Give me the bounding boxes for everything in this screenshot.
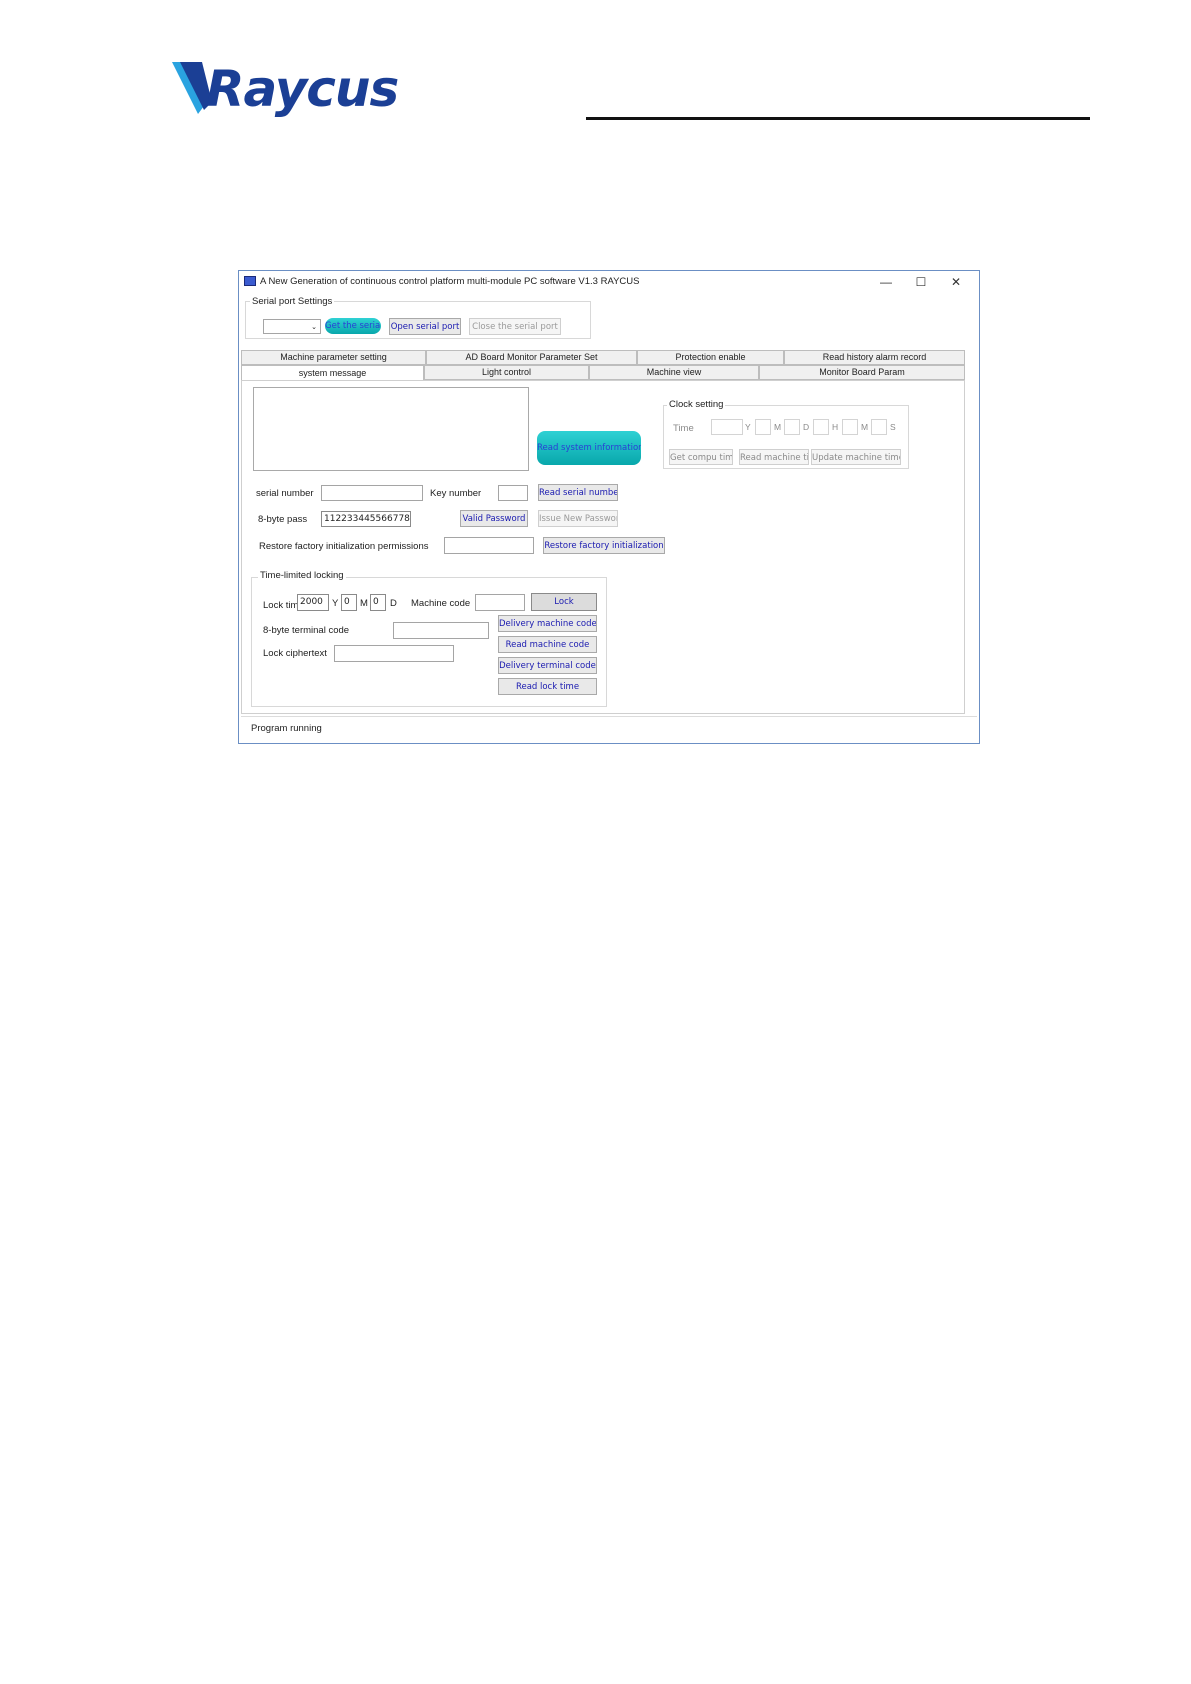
serial-port-select[interactable]: ⌄ bbox=[263, 319, 321, 334]
delivery-terminal-code-button[interactable]: Delivery terminal code bbox=[498, 657, 597, 674]
clock-second-unit: S bbox=[890, 422, 896, 432]
tab-protection-enable[interactable]: Protection enable bbox=[637, 350, 784, 365]
tab-monitor-board-param[interactable]: Monitor Board Param bbox=[759, 365, 965, 380]
status-text: Program running bbox=[251, 723, 322, 734]
get-computer-time-button[interactable]: Get compu time bbox=[669, 449, 733, 465]
read-system-information-button[interactable]: Read system information bbox=[537, 431, 641, 465]
clock-minute-field[interactable] bbox=[842, 419, 858, 435]
lock-month-unit: M bbox=[360, 598, 368, 609]
lock-ciphertext-label: Lock ciphertext bbox=[263, 648, 327, 659]
restore-factory-button[interactable]: Restore factory initialization bbox=[543, 537, 665, 554]
tab-machine-parameter-setting[interactable]: Machine parameter setting bbox=[241, 350, 426, 365]
issue-new-password-button[interactable]: Issue New Password bbox=[538, 510, 618, 527]
restore-permissions-field[interactable] bbox=[444, 537, 534, 554]
clock-hour-field[interactable] bbox=[813, 419, 829, 435]
lock-year-unit: Y bbox=[332, 598, 339, 609]
lock-day-unit: D bbox=[390, 598, 397, 609]
lock-ciphertext-field[interactable] bbox=[334, 645, 454, 662]
restore-permissions-label: Restore factory initialization permissio… bbox=[259, 541, 429, 552]
key-number-field[interactable] bbox=[498, 485, 528, 501]
window-title: A New Generation of continuous control p… bbox=[260, 276, 640, 287]
lock-button[interactable]: Lock bbox=[531, 593, 597, 611]
delivery-machine-code-button[interactable]: Delivery machine code bbox=[498, 615, 597, 632]
key-number-label: Key number bbox=[430, 488, 482, 499]
tab-ad-board-monitor[interactable]: AD Board Monitor Parameter Set bbox=[426, 350, 637, 365]
update-machine-time-button[interactable]: Update machine time bbox=[811, 449, 901, 465]
close-serial-port-button[interactable]: Close the serial port bbox=[469, 318, 561, 335]
lock-time-label: Lock tim bbox=[263, 600, 299, 611]
minimize-button[interactable]: — bbox=[871, 273, 901, 291]
clock-time-label: Time bbox=[673, 423, 694, 434]
clock-hour-unit: H bbox=[832, 422, 839, 432]
get-serial-button[interactable]: Get the serial bbox=[325, 318, 381, 334]
time-limited-locking-title: Time-limited locking bbox=[258, 570, 346, 581]
clock-month-field[interactable] bbox=[755, 419, 771, 435]
lock-year-field[interactable]: 2000 bbox=[297, 594, 329, 611]
raycus-logo: Raycus bbox=[172, 58, 399, 120]
open-serial-port-button[interactable]: Open serial port bbox=[389, 318, 461, 335]
app-icon bbox=[244, 276, 256, 286]
tab-read-history-alarm[interactable]: Read history alarm record bbox=[784, 350, 965, 365]
read-lock-time-button[interactable]: Read lock time bbox=[498, 678, 597, 695]
read-machine-time-button[interactable]: Read machine tim bbox=[739, 449, 809, 465]
serial-number-label: serial number bbox=[256, 488, 314, 499]
serial-number-field[interactable] bbox=[321, 485, 423, 501]
chevron-down-icon: ⌄ bbox=[311, 323, 317, 331]
lock-day-field[interactable]: 0 bbox=[370, 594, 386, 611]
tab-light-control[interactable]: Light control bbox=[424, 365, 589, 380]
close-window-button[interactable]: ✕ bbox=[941, 273, 971, 291]
raycus-logo-text: Raycus bbox=[206, 60, 399, 118]
terminal-code-label: 8-byte terminal code bbox=[263, 625, 350, 636]
read-machine-code-button[interactable]: Read machine code bbox=[498, 636, 597, 653]
tab-machine-view[interactable]: Machine view bbox=[589, 365, 759, 380]
header-rule bbox=[586, 117, 1090, 120]
lock-month-field[interactable]: 0 bbox=[341, 594, 357, 611]
clock-year-unit: Y bbox=[745, 422, 751, 432]
maximize-button[interactable]: ☐ bbox=[906, 273, 936, 291]
password-label: 8-byte pass bbox=[258, 514, 308, 525]
machine-code-field[interactable] bbox=[475, 594, 525, 611]
password-field[interactable]: 1122334455667788 bbox=[321, 511, 411, 527]
title-bar: A New Generation of continuous control p… bbox=[239, 271, 979, 293]
terminal-code-field[interactable] bbox=[393, 622, 489, 639]
status-bar-divider bbox=[241, 716, 977, 717]
valid-password-button[interactable]: Valid Password bbox=[460, 510, 528, 527]
clock-minute-unit: M bbox=[861, 422, 869, 432]
serial-port-group-title: Serial port Settings bbox=[250, 296, 335, 307]
tab-system-message[interactable]: system message bbox=[241, 365, 424, 381]
read-serial-number-button[interactable]: Read serial number bbox=[538, 484, 618, 501]
machine-code-label: Machine code bbox=[411, 598, 471, 609]
clock-month-unit: M bbox=[774, 422, 782, 432]
clock-setting-group-title: Clock setting bbox=[667, 399, 726, 410]
clock-day-field[interactable] bbox=[784, 419, 800, 435]
clock-second-field[interactable] bbox=[871, 419, 887, 435]
clock-day-unit: D bbox=[803, 422, 810, 432]
system-info-textbox[interactable] bbox=[253, 387, 529, 471]
clock-year-field[interactable] bbox=[711, 419, 743, 435]
app-window: A New Generation of continuous control p… bbox=[238, 270, 980, 744]
